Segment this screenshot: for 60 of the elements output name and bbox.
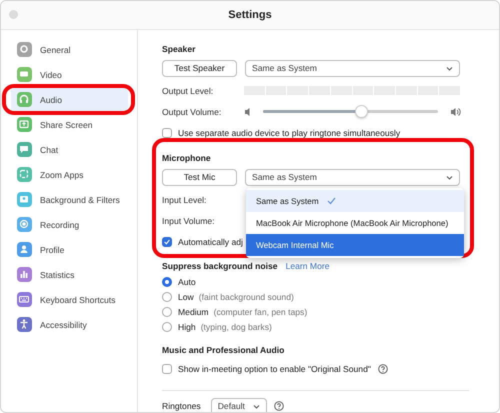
radio-button[interactable]	[162, 292, 172, 302]
device-dropdown[interactable]: Same as System	[245, 60, 460, 76]
sidebar-item[interactable]: Profile	[11, 237, 128, 262]
radio-option[interactable]: High (typing, dog barks)	[162, 319, 499, 334]
test-mic-button[interactable]: Test Mic	[162, 168, 237, 186]
window-control-dot[interactable]	[9, 10, 18, 19]
sidebar-item[interactable]: Chat	[11, 137, 128, 162]
chevron-down-icon	[446, 66, 453, 70]
sidebar-item[interactable]: Accessibility	[11, 312, 128, 337]
sidebar-item[interactable]: Zoom Apps	[11, 162, 128, 187]
radio-button[interactable]	[162, 276, 172, 286]
apps-icon	[17, 167, 31, 181]
sidebar-item[interactable]: Audio	[11, 87, 128, 112]
help-icon	[274, 401, 284, 411]
checkbox-label: Use separate audio device to play ringtone simultaneously	[178, 128, 400, 138]
checkbox[interactable]	[162, 128, 172, 138]
help-icon	[378, 364, 388, 374]
volume-high-icon	[450, 106, 461, 116]
menu-item[interactable]: Webcam Internal Mic	[246, 234, 464, 256]
field-label: Output Volume:	[162, 106, 222, 116]
section-heading: Music and Professional Audio	[162, 344, 286, 357]
sidebar-item[interactable]: Video	[11, 62, 128, 87]
menu-item[interactable]: MacBook Air Microphone (MacBook Air Microphone)	[246, 212, 464, 234]
chevron-down-icon	[446, 174, 453, 180]
learn-more-link[interactable]: Learn More	[286, 261, 330, 271]
window-title: Settings	[228, 9, 272, 21]
option-hint: (faint background sound)	[198, 292, 294, 302]
section-heading: Suppress background noise	[162, 260, 278, 273]
field-label: Output Level:	[162, 86, 214, 96]
field-label: Input Volume:	[162, 216, 216, 226]
radio-button[interactable]	[162, 322, 172, 332]
sidebar-item[interactable]: Recording	[11, 212, 128, 237]
radio-option[interactable]: Low (faint background sound)	[162, 289, 499, 304]
checkmark-icon	[163, 238, 171, 246]
headphones-icon	[17, 92, 31, 106]
radio-button[interactable]	[162, 306, 172, 316]
sidebar-item[interactable]: Background & Filters	[11, 187, 128, 212]
checkbox-label: Automatically adj	[178, 236, 243, 246]
sidebar-item[interactable]: General	[11, 37, 128, 62]
field-label: Ringtones	[162, 401, 201, 411]
ringtone-dropdown[interactable]: Default	[210, 398, 267, 412]
section-heading: Microphone	[162, 152, 212, 165]
field-label: Input Level:	[162, 194, 208, 204]
sidebar-item[interactable]: Keyboard Shortcuts	[11, 287, 128, 312]
slider-thumb[interactable]	[355, 105, 368, 118]
sidebar-item[interactable]: Statistics	[11, 262, 128, 287]
radio-option[interactable]: Medium (computer fan, pen taps)	[162, 304, 499, 319]
radio-option[interactable]: Auto	[162, 274, 499, 289]
record-icon	[17, 217, 31, 231]
menu-item[interactable]: Same as System	[246, 190, 464, 212]
test-speaker-button[interactable]: Test Speaker	[162, 60, 237, 76]
sidebar-item[interactable]: Share Screen	[11, 112, 128, 137]
chevron-down-icon	[252, 404, 260, 408]
checkbox-label: Show in-meeting option to enable "Original Sound"	[178, 364, 371, 374]
option-hint: (computer fan, pen taps)	[214, 306, 308, 316]
option-hint: (typing, dog barks)	[200, 322, 272, 332]
checkbox[interactable]	[162, 236, 172, 246]
volume-low-icon	[244, 106, 251, 116]
checkbox[interactable]	[162, 364, 172, 374]
section-heading: Speaker	[162, 43, 196, 56]
